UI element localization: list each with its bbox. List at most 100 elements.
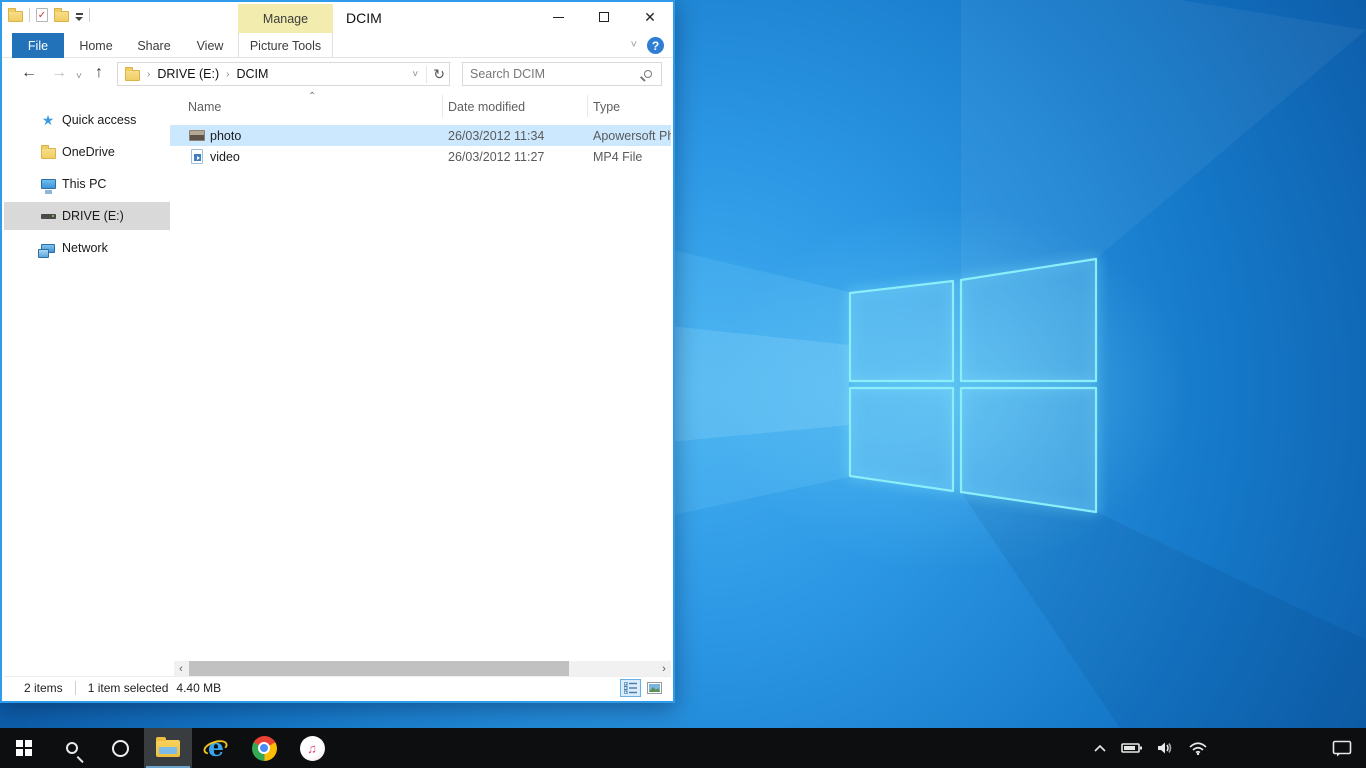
maximize-button[interactable]	[581, 2, 627, 32]
photo-thumbnail-icon	[189, 128, 205, 144]
file-date: 26/03/2012 11:34	[448, 129, 544, 143]
help-icon[interactable]: ?	[647, 37, 664, 54]
system-tray	[1086, 728, 1366, 768]
hidden-icons-chevron-icon[interactable]	[1093, 744, 1107, 753]
folder-icon	[125, 70, 140, 81]
thumbnail-view-button[interactable]	[644, 679, 665, 697]
new-folder-icon[interactable]	[54, 11, 69, 22]
breadcrumb-drive[interactable]: DRIVE (E:)	[157, 67, 219, 81]
sidebar-item-drive-e[interactable]: DRIVE (E:)	[4, 202, 170, 230]
taskbar: e ♫	[0, 728, 1366, 768]
navigation-toolbar: ← → ˅ ↑ › DRIVE (E:) › DCIM ˅ ↻ Search D…	[2, 58, 673, 90]
column-divider[interactable]	[442, 95, 443, 117]
column-header-type[interactable]: Type	[593, 100, 620, 114]
file-name[interactable]: video	[210, 150, 240, 164]
file-rows: photo 26/03/2012 11:34 Apowersoft Pho vi…	[170, 125, 671, 167]
divider	[89, 8, 90, 22]
window-controls: ✕	[535, 2, 673, 32]
horizontal-scrollbar[interactable]: ‹ ›	[174, 661, 671, 676]
chrome-button[interactable]	[240, 728, 288, 768]
file-row-video[interactable]: video 26/03/2012 11:27 MP4 File	[170, 146, 671, 167]
file-type: MP4 File	[593, 150, 671, 164]
status-bar: 2 items 1 item selected 4.40 MB	[4, 676, 671, 699]
scroll-right-arrow-icon[interactable]: ›	[657, 661, 671, 676]
file-list-pane: Name ⌃ Date modified Type photo 26/03/20…	[170, 92, 671, 676]
cortana-button[interactable]	[96, 728, 144, 768]
breadcrumb-folder[interactable]: DCIM	[237, 67, 269, 81]
explorer-icon[interactable]	[8, 11, 23, 22]
tab-file[interactable]: File	[12, 33, 64, 58]
video-file-icon	[189, 149, 205, 165]
itunes-icon: ♫	[300, 736, 325, 761]
column-header-name[interactable]: Name	[188, 100, 221, 114]
sidebar-item-onedrive[interactable]: OneDrive	[4, 138, 170, 166]
back-button[interactable]: ←	[21, 63, 37, 83]
forward-button[interactable]: →	[51, 63, 67, 83]
close-button[interactable]: ✕	[627, 2, 673, 32]
drive-icon	[40, 208, 56, 224]
divider	[29, 8, 30, 22]
scrollbar-thumb[interactable]	[189, 661, 569, 676]
onedrive-folder-icon	[40, 144, 56, 160]
search-placeholder: Search DCIM	[470, 67, 644, 81]
chrome-icon	[252, 736, 277, 761]
tab-picture-tools[interactable]: Picture Tools	[238, 33, 333, 58]
scroll-left-arrow-icon[interactable]: ‹	[174, 661, 188, 676]
file-explorer-window: ✓ Manage DCIM ✕ File Home Share View Pic…	[0, 0, 675, 703]
tab-share[interactable]: Share	[128, 33, 180, 58]
recent-locations-chevron-icon[interactable]: ˅	[76, 67, 82, 87]
ribbon-tab-row: File Home Share View Picture Tools ˅ ?	[2, 33, 673, 58]
volume-icon[interactable]	[1157, 741, 1175, 755]
search-icon	[66, 742, 78, 754]
search-box[interactable]: Search DCIM	[462, 62, 662, 86]
action-center-icon[interactable]	[1332, 740, 1352, 757]
file-row-photo[interactable]: photo 26/03/2012 11:34 Apowersoft Pho	[170, 125, 671, 146]
sidebar-item-quick-access[interactable]: ★ Quick access	[4, 106, 170, 134]
details-view-icon	[624, 682, 638, 694]
file-explorer-icon	[156, 740, 180, 757]
up-button[interactable]: ↑	[95, 63, 103, 83]
taskbar-search-button[interactable]	[48, 728, 96, 768]
tab-home[interactable]: Home	[70, 33, 122, 58]
quick-access-toolbar: ✓	[8, 8, 90, 22]
breadcrumb-separator: ›	[226, 69, 229, 80]
tab-view[interactable]: View	[186, 33, 234, 58]
customize-qat-icon[interactable]	[75, 13, 83, 21]
thumbnail-view-icon	[647, 682, 662, 694]
file-name[interactable]: photo	[210, 129, 241, 143]
sidebar-item-network[interactable]: Network	[4, 234, 170, 262]
internet-explorer-icon: e	[203, 735, 229, 761]
itunes-button[interactable]: ♫	[288, 728, 336, 768]
breadcrumb-separator: ›	[147, 69, 150, 80]
search-icon[interactable]	[644, 70, 652, 78]
chevron-down-icon[interactable]: ˅	[631, 39, 637, 51]
internet-explorer-button[interactable]: e	[192, 728, 240, 768]
sidebar-item-label: Quick access	[62, 113, 136, 127]
battery-icon[interactable]	[1121, 742, 1143, 754]
address-dropdown-chevron-icon[interactable]: ˅	[412, 69, 418, 80]
file-date: 26/03/2012 11:27	[448, 150, 544, 164]
details-view-button[interactable]	[620, 679, 641, 697]
column-header-date-modified[interactable]: Date modified	[448, 100, 525, 114]
refresh-icon[interactable]: ↻	[426, 66, 445, 83]
minimize-button[interactable]	[535, 2, 581, 32]
selection-size: 4.40 MB	[176, 681, 221, 695]
windows-logo-icon	[16, 740, 32, 756]
taskbar-file-explorer-button[interactable]	[144, 728, 192, 768]
sidebar-item-label: DRIVE (E:)	[62, 209, 124, 223]
quick-access-star-icon: ★	[40, 112, 56, 128]
properties-icon[interactable]: ✓	[36, 8, 48, 22]
network-icon	[40, 240, 56, 256]
wifi-icon[interactable]	[1189, 742, 1207, 755]
cortana-circle-icon	[112, 740, 129, 757]
sidebar-item-label: OneDrive	[62, 145, 115, 159]
manage-contextual-group[interactable]: Manage	[238, 4, 333, 33]
start-button[interactable]	[0, 728, 48, 768]
selection-count: 1 item selected	[88, 681, 169, 695]
file-type: Apowersoft Pho	[593, 129, 671, 143]
address-bar[interactable]: › DRIVE (E:) › DCIM ˅ ↻	[117, 62, 450, 86]
column-divider[interactable]	[587, 95, 588, 117]
sidebar-item-this-pc[interactable]: This PC	[4, 170, 170, 198]
title-bar: ✓ Manage DCIM ✕	[2, 2, 673, 33]
sort-ascending-caret-icon: ⌃	[308, 91, 316, 102]
